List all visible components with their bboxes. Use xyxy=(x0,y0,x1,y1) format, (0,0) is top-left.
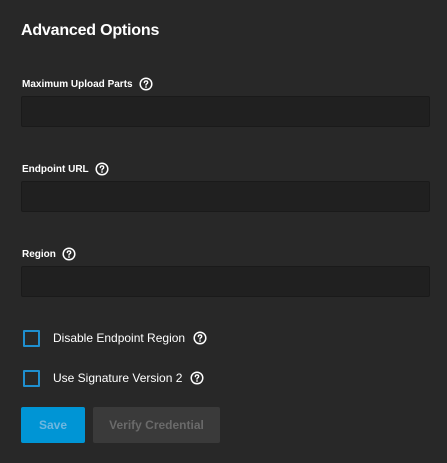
region-label-row: Region xyxy=(22,247,76,261)
advanced-options-panel: Advanced Options Maximum Upload Parts En… xyxy=(0,0,447,463)
help-icon[interactable] xyxy=(95,162,109,176)
region-label: Region xyxy=(22,248,56,260)
max-upload-parts-input[interactable] xyxy=(21,96,430,127)
help-icon[interactable] xyxy=(193,331,207,345)
endpoint-url-label-row: Endpoint URL xyxy=(22,162,109,176)
disable-endpoint-region-label: Disable Endpoint Region xyxy=(53,331,186,345)
use-signature-v2-checkbox[interactable] xyxy=(23,369,40,387)
max-upload-parts-label: Maximum Upload Parts xyxy=(22,78,133,90)
disable-endpoint-region-row: Disable Endpoint Region xyxy=(23,329,207,347)
region-input[interactable] xyxy=(21,266,430,297)
max-upload-parts-label-row: Maximum Upload Parts xyxy=(22,77,153,91)
use-signature-v2-row: Use Signature Version 2 xyxy=(23,369,204,387)
save-button[interactable]: Save xyxy=(21,407,85,443)
endpoint-url-label: Endpoint URL xyxy=(22,163,89,175)
verify-credential-button[interactable]: Verify Credential xyxy=(93,407,220,443)
help-icon[interactable] xyxy=(190,371,204,385)
use-signature-v2-label: Use Signature Version 2 xyxy=(53,371,183,385)
help-icon[interactable] xyxy=(62,247,76,261)
section-title: Advanced Options xyxy=(21,22,160,39)
disable-endpoint-region-checkbox[interactable] xyxy=(23,329,40,347)
endpoint-url-input[interactable] xyxy=(21,181,430,212)
help-icon[interactable] xyxy=(139,77,153,91)
